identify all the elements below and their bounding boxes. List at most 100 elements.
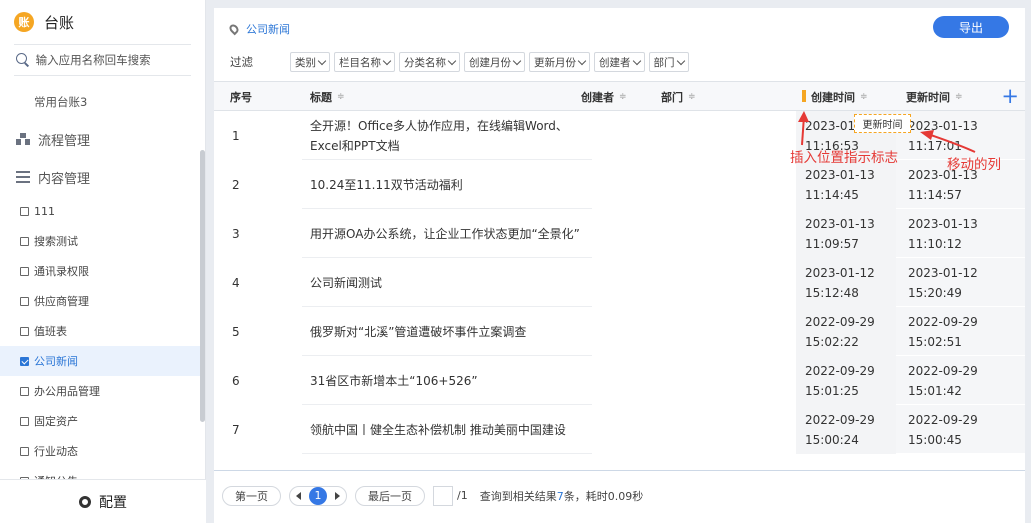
cell-index: 6 <box>232 373 240 388</box>
cell-title[interactable]: 公司新闻测试 <box>310 258 382 307</box>
chevron-down-icon <box>577 56 587 65</box>
first-page-button[interactable]: 第一页 <box>222 485 281 506</box>
created-date: 2022-09-29 <box>805 314 875 329</box>
page-jump-input[interactable] <box>433 485 453 506</box>
table-row[interactable]: 5 俄罗斯对“北溪”管道遭破坏事件立案调查 2022-09-29 15:02:22 20… <box>214 307 1025 356</box>
filter-dropdown[interactable]: 分类名称 <box>399 52 460 72</box>
cell-updated: 2023-01-12 15:20:49 <box>908 258 1008 307</box>
sort-icon[interactable]: ≑ <box>619 92 627 102</box>
cell-index: 3 <box>232 226 240 241</box>
last-page-button[interactable]: 最后一页 <box>355 485 425 506</box>
sort-icon[interactable]: ≑ <box>860 92 868 102</box>
cell-title[interactable]: 领航中国丨健全生态补偿机制 推动美丽中国建设 <box>310 405 566 454</box>
cell-index: 1 <box>232 128 240 143</box>
created-date: 2023-01-13 <box>805 167 875 182</box>
table-row[interactable]: 7 领航中国丨健全生态补偿机制 推动美丽中国建设 2022-09-29 15:00:2… <box>214 405 1025 454</box>
col-header-dept[interactable]: 部门 ≑ <box>661 82 696 112</box>
sort-icon[interactable]: ≑ <box>688 92 696 102</box>
cell-title[interactable]: 31省区市新增本土“106+526” <box>310 356 478 405</box>
table-row[interactable]: 6 31省区市新增本土“106+526” 2022-09-29 15:01:25 202… <box>214 356 1025 405</box>
sidebar-item[interactable]: 办公用品管理 <box>0 376 200 406</box>
col-header-updated[interactable]: 更新时间 ≑ <box>906 82 963 112</box>
cell-title[interactable]: 俄罗斯对“北溪”管道遭破坏事件立案调查 <box>310 307 526 356</box>
chevron-down-icon <box>632 56 641 65</box>
sidebar-item[interactable]: 公司新闻 <box>0 346 200 376</box>
sidebar-item-common[interactable]: 常用台账3 <box>0 84 200 120</box>
checkbox-icon <box>20 266 29 276</box>
sidebar-item[interactable]: 行业动态 <box>0 436 200 466</box>
col-header-label: 更新时间 <box>906 91 950 104</box>
cell-title[interactable]: 全开源！Office多人协作应用，在线编辑Word、 Excel和PPT文档 <box>310 111 568 160</box>
col-header-label: 标题 <box>310 91 332 104</box>
cell-title[interactable]: 用开源OA办公系统，让企业工作状态更加“全景化” <box>310 209 580 258</box>
updated-date: 2023-01-13 <box>908 118 978 133</box>
sidebar-item-label: 值班表 <box>34 325 67 338</box>
col-header-creator[interactable]: 创建者 ≑ <box>581 82 627 112</box>
cell-index: 5 <box>232 324 240 339</box>
cell-created: 2022-09-29 15:01:25 <box>796 356 896 405</box>
chevron-down-icon <box>447 56 457 65</box>
filter-dropdown[interactable]: 栏目名称 <box>334 52 395 72</box>
add-column-icon[interactable]: + <box>1001 85 1019 107</box>
sidebar-item[interactable]: 值班表 <box>0 316 200 346</box>
main-panel: 公司新闻 导出 过滤 类别 栏目名称 分类名称 创建月份 更新月份 创建者 部门 序号 标题… <box>214 8 1025 523</box>
table-row[interactable]: 4 公司新闻测试 2023-01-12 15:12:48 2023-01-12 15:20… <box>214 258 1025 307</box>
sidebar-group-flow[interactable]: 流程管理 <box>0 120 200 158</box>
sidebar-item-label: 供应商管理 <box>34 295 89 308</box>
dragging-column-ghost[interactable]: 更新时间 <box>854 114 911 133</box>
checkbox-icon <box>20 206 29 216</box>
sidebar-item[interactable]: 搜索测试 <box>0 226 200 256</box>
breadcrumb: 公司新闻 <box>227 21 290 37</box>
filter-dropdown-label: 创建月份 <box>469 56 511 69</box>
filter-dropdown[interactable]: 创建者 <box>594 52 645 72</box>
title-line: 领航中国丨健全生态补偿机制 推动美丽中国建设 <box>310 422 566 437</box>
sort-icon[interactable]: ≑ <box>955 92 963 102</box>
updated-time: 15:00:45 <box>908 432 962 447</box>
table-row[interactable]: 2 10.24至11.11双节活动福利 2023-01-13 11:14:45 2023… <box>214 160 1025 209</box>
export-button[interactable]: 导出 <box>933 16 1009 38</box>
updated-date: 2023-01-12 <box>908 265 978 280</box>
config-button[interactable]: 配置 <box>0 479 206 523</box>
table-row[interactable]: 3 用开源OA办公系统，让企业工作状态更加“全景化” 2023-01-13 11:09… <box>214 209 1025 258</box>
col-header-title[interactable]: 标题 ≑ <box>310 82 345 112</box>
sidebar-item-label: 固定资产 <box>34 415 78 428</box>
filter-dropdown-label: 部门 <box>653 56 675 69</box>
title-line: 10.24至11.11双节活动福利 <box>310 177 463 192</box>
title-line: 用开源OA办公系统，让企业工作状态更加“全景化” <box>310 226 580 241</box>
cell-title[interactable]: 10.24至11.11双节活动福利 <box>310 160 463 209</box>
table-header: 序号 标题 ≑ 创建者 ≑ 部门 ≑ 创建时间 ≑ 更新时间 ≑ + <box>214 81 1025 111</box>
result-info: 查询到相关结果7条，耗时0.09秒 <box>480 488 644 504</box>
result-info-prefix: 查询到相关结果 <box>479 489 557 503</box>
checkbox-icon <box>20 356 29 366</box>
prev-page-icon[interactable] <box>296 491 301 500</box>
updated-time: 15:01:42 <box>908 383 962 398</box>
list-icon <box>16 171 30 183</box>
filter-dropdown[interactable]: 更新月份 <box>529 52 590 72</box>
filter-dropdown[interactable]: 类别 <box>290 52 330 72</box>
chevron-down-icon <box>676 56 685 65</box>
filter-dropdown-label: 更新月份 <box>534 56 576 69</box>
filter-dropdown[interactable]: 部门 <box>648 52 689 72</box>
current-page[interactable]: 1 <box>309 486 327 505</box>
sidebar-item[interactable]: 供应商管理 <box>0 286 200 316</box>
sort-icon[interactable]: ≑ <box>337 92 345 102</box>
col-header-created[interactable]: 创建时间 ≑ <box>811 82 868 112</box>
sidebar-scrollbar[interactable] <box>200 150 205 422</box>
sidebar-item[interactable]: 通讯录权限 <box>0 256 200 286</box>
sidebar-item[interactable]: 111 <box>0 196 200 226</box>
pagination: 第一页 1 最后一页 /1 查询到相关结果7条，耗时0.09秒 <box>214 470 1025 520</box>
filter-dropdown[interactable]: 创建月份 <box>464 52 525 72</box>
col-header-label: 部门 <box>661 91 683 104</box>
sidebar-item[interactable]: 固定资产 <box>0 406 200 436</box>
app-title: 台账 <box>44 13 75 32</box>
table-body: 1 全开源！Office多人协作应用，在线编辑Word、 Excel和PPT文档 20… <box>214 111 1025 454</box>
search-icon <box>16 53 30 67</box>
next-page-icon[interactable] <box>335 491 340 500</box>
sidebar-group-content[interactable]: 内容管理 <box>0 158 200 196</box>
result-count: 7 <box>556 489 564 503</box>
title-line: 全开源！Office多人协作应用，在线编辑Word、 <box>310 118 568 133</box>
breadcrumb-current[interactable]: 公司新闻 <box>246 21 290 37</box>
search-input[interactable] <box>35 53 191 67</box>
insert-position-marker <box>802 90 806 102</box>
sidebar: 账 台账 常用台账3 流程管理 内容管理 111 搜索测试通讯录权限供应商管理值班… <box>0 0 206 523</box>
